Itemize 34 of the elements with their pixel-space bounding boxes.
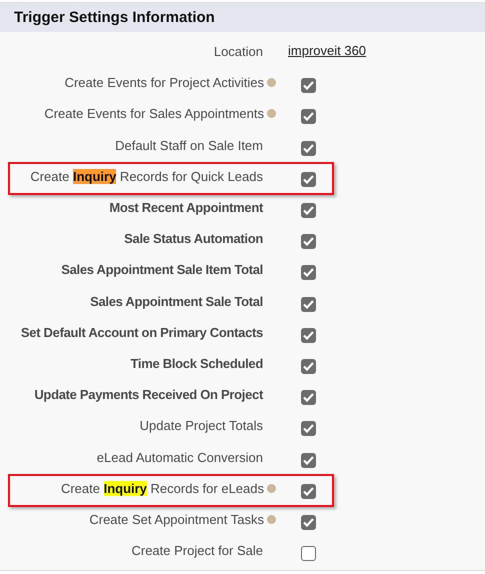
checkbox[interactable] <box>301 421 316 436</box>
field-label: Update Project Totals <box>140 418 263 434</box>
field-label: Create Events for Project Activities <box>64 75 276 90</box>
checkbox[interactable] <box>301 78 316 94</box>
checkbox[interactable] <box>301 546 316 562</box>
checkbox[interactable] <box>301 514 316 530</box>
checkbox[interactable] <box>301 452 316 468</box>
checkbox[interactable] <box>301 234 316 250</box>
field-label: Location <box>214 44 263 60</box>
field-label: Sales Appointment Sale Item Total <box>61 262 263 278</box>
checkbox[interactable] <box>301 390 316 406</box>
field-label: Update Payments Received On Project <box>34 387 263 402</box>
field-label: Create Events for Sales Appointments <box>44 106 276 122</box>
field-label: Create Set Appointment Tasks <box>89 512 276 527</box>
checkbox[interactable] <box>301 328 316 343</box>
field-label: Set Default Account on Primary Contacts <box>20 324 263 340</box>
checkbox[interactable] <box>301 172 316 187</box>
checkbox[interactable] <box>301 265 316 280</box>
section-title: Trigger Settings Information <box>0 3 485 32</box>
field-label: Create Project for Sale <box>131 543 263 558</box>
checkbox[interactable] <box>301 484 316 499</box>
field-label: Default Staff on Sale Item <box>115 138 263 153</box>
checkbox[interactable] <box>301 358 316 374</box>
checkbox[interactable] <box>301 203 316 218</box>
checkbox[interactable] <box>301 140 316 156</box>
location-link[interactable]: improveit 360 <box>288 43 366 58</box>
field-label: Sale Status Automation <box>124 231 263 246</box>
field-label: eLead Automatic Conversion <box>96 450 263 465</box>
field-label: Time Block Scheduled <box>130 356 263 371</box>
field-label: Sales Appointment Sale Total <box>90 294 263 309</box>
checkbox[interactable] <box>301 109 316 124</box>
checkbox[interactable] <box>301 296 316 312</box>
field-label: Most Recent Appointment <box>109 200 263 216</box>
field-label: Create Inquiry Records for eLeads <box>60 480 276 496</box>
